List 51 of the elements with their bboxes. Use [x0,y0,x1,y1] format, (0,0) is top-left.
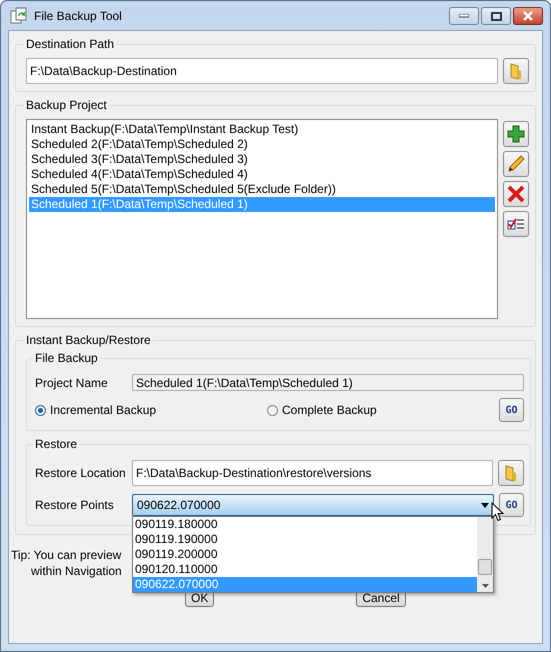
go-button[interactable]: GO [499,493,524,517]
dropdown-option[interactable]: 090119.190000 [133,532,477,547]
list-item[interactable]: Scheduled 2(F:\Data\Temp\Scheduled 2) [29,137,495,152]
pencil-icon [507,155,525,173]
field-label: Restore Location [35,466,127,480]
project-name-field[interactable]: Scheduled 1(F:\Data\Temp\Scheduled 1) [132,374,524,391]
app-icon [10,6,28,24]
maximize-button[interactable] [481,7,511,25]
close-button[interactable] [513,7,543,25]
browse-button[interactable] [498,460,524,486]
tip-text: within Navigation [30,563,122,579]
field-label: Restore Points [35,498,115,512]
tip-text: Tip: You can preview [11,547,122,563]
caret-icon [481,502,489,508]
go-button[interactable]: GO [499,398,524,422]
folder-icon [509,62,523,80]
field-label: Project Name [35,376,109,390]
maximize-icon [490,12,502,20]
scrollbar[interactable] [477,517,493,592]
checklist-button[interactable] [503,211,529,237]
browse-button[interactable] [503,58,529,84]
minimize-icon [459,14,469,18]
add-button[interactable] [503,121,529,147]
checklist-icon [507,216,525,232]
group-label: Backup Project [25,98,108,112]
list-item[interactable]: Scheduled 3(F:\Data\Temp\Scheduled 3) [29,152,495,167]
edit-button[interactable] [503,151,529,177]
list-item[interactable]: Instant Backup(F:\Data\Temp\Instant Backup Test) [29,122,495,137]
group-label: Restore [34,437,78,451]
folder-icon [504,464,518,482]
radio-option[interactable]: Complete Backup [267,403,494,417]
dropdown-option[interactable]: 090119.200000 [133,547,477,562]
plus-icon [507,125,525,143]
group-label: Destination Path [25,37,116,51]
group-label: Instant Backup/Restore [25,333,152,347]
restore-points-dropdown[interactable]: 090622.070000 [132,494,494,516]
dropdown-option[interactable]: 090119.180000 [133,517,477,532]
window-title: File Backup Tool [34,8,122,22]
scroll-down-icon [482,584,488,588]
list-item[interactable]: Scheduled 4(F:\Data\Temp\Scheduled 4) [29,167,495,182]
destination-field[interactable]: F:\Data\Backup-Destination [26,58,498,84]
dropdown-option[interactable]: 090120.110000 [133,562,477,577]
minimize-button[interactable] [449,7,479,25]
cross-icon [507,185,525,203]
group-label: File Backup [34,351,99,365]
restore-location-field[interactable]: F:\Data\Backup-Destination\restore\versions [132,460,493,486]
scroll-thumb[interactable] [478,559,492,575]
delete-button[interactable] [503,181,529,207]
radio-option[interactable]: Incremental Backup [35,403,262,417]
close-icon [522,11,534,21]
list-item[interactable]: Scheduled 5(F:\Data\Temp\Scheduled 5(Exclude Folder)) [29,182,495,197]
